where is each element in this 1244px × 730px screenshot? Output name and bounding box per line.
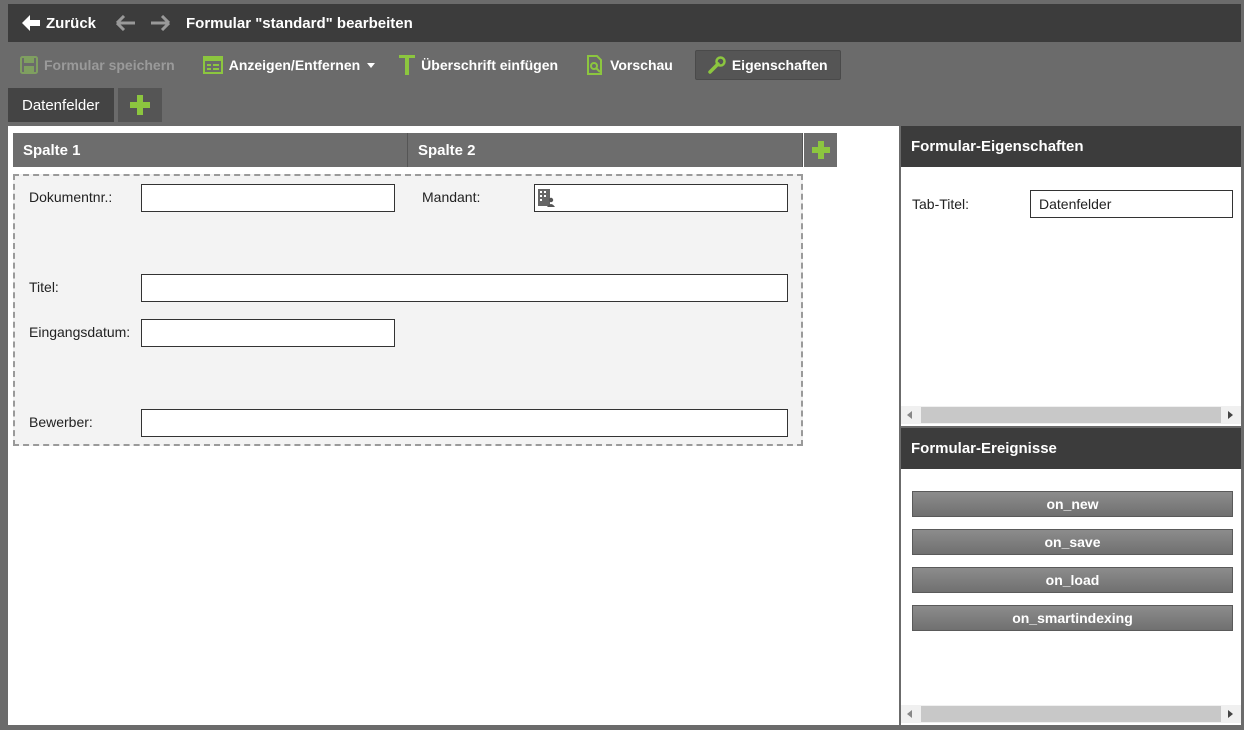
insert-heading-label: Überschrift einfügen [421, 57, 559, 73]
insert-heading-button[interactable]: Überschrift einfügen [387, 50, 570, 80]
on-save-button[interactable]: on_save [912, 529, 1233, 555]
save-form-label: Formular speichern [44, 57, 175, 73]
form-drop-area: Dokumentnr.: Mandant: Titel: Eingangsdat… [13, 174, 803, 446]
plus-icon [129, 95, 150, 115]
scroll-right-icon[interactable] [1228, 710, 1233, 718]
field-label-eingangsdatum: Eingangsdatum: [29, 324, 131, 340]
column-header-label: Spalte 1 [23, 141, 81, 159]
on-new-button[interactable]: on_new [912, 491, 1233, 517]
properties-button[interactable]: Eigenschaften [694, 50, 841, 80]
horizontal-scrollbar[interactable] [901, 705, 1241, 723]
chevron-down-icon [367, 62, 376, 68]
form-properties-panel: Formular-Eigenschaften Tab-Titel: Datenf… [901, 126, 1241, 426]
wrench-icon [708, 56, 726, 74]
column-header-label: Spalte 2 [418, 141, 476, 159]
eingangsdatum-input[interactable] [141, 319, 395, 347]
tab-title-label: Tab-Titel: [912, 196, 970, 212]
toolbar: Formular speichern Anzeigen/Entfernen Üb… [8, 44, 1241, 86]
text-t-icon [399, 55, 416, 75]
scrollbar-thumb[interactable] [921, 706, 1221, 722]
field-label-dokumentnr: Dokumentnr.: [29, 189, 113, 205]
add-tab-button[interactable] [117, 88, 162, 122]
show-hide-button[interactable]: Anzeigen/Entfernen [191, 50, 387, 80]
tab-title-input[interactable]: Datenfelder [1030, 190, 1233, 218]
properties-label: Eigenschaften [731, 57, 828, 73]
show-hide-label: Anzeigen/Entfernen [228, 57, 361, 73]
arrow-left-icon [22, 15, 40, 31]
titel-input[interactable] [141, 274, 788, 302]
tab-bar: Datenfelder [8, 88, 166, 122]
back-label: Zurück [46, 14, 97, 32]
tab-datenfelder[interactable]: Datenfelder [8, 88, 114, 122]
page-title: Formular "standard" bearbeiten [186, 14, 413, 32]
panel-title: Formular-Ereignisse [901, 428, 1241, 469]
arrow-left-icon [116, 15, 136, 31]
horizontal-scrollbar[interactable] [901, 406, 1241, 424]
on-smartindexing-button[interactable]: on_smartindexing [912, 605, 1233, 631]
scrollbar-thumb[interactable] [921, 407, 1221, 423]
preview-label: Vorschau [610, 57, 673, 73]
scroll-right-icon[interactable] [1228, 411, 1233, 419]
panel-title: Formular-Eigenschaften [901, 126, 1241, 167]
building-users-icon [538, 189, 555, 207]
add-column-button[interactable] [804, 133, 837, 167]
form-events-panel: Formular-Ereignisse on_new on_save on_lo… [901, 428, 1241, 725]
top-bar: Zurück Formular "standard" bearbeiten [8, 4, 1241, 42]
bewerber-input[interactable] [141, 409, 788, 437]
column-header-2[interactable]: Spalte 2 [408, 133, 803, 167]
mandant-input[interactable] [534, 184, 788, 212]
document-search-icon [587, 55, 603, 75]
scroll-left-icon[interactable] [907, 710, 912, 718]
field-label-mandant: Mandant: [422, 189, 481, 205]
back-button[interactable]: Zurück [22, 15, 96, 32]
form-editor: Spalte 1 Spalte 2 Dokumentnr.: Mandant: … [8, 126, 899, 725]
nav-back-button[interactable] [116, 15, 136, 31]
plus-icon [811, 141, 830, 159]
floppy-icon [20, 56, 38, 74]
column-header-1[interactable]: Spalte 1 [13, 133, 408, 167]
field-label-bewerber: Bewerber: [29, 414, 93, 430]
nav-forward-button[interactable] [150, 15, 171, 31]
form-list-icon [202, 56, 223, 74]
save-form-button[interactable]: Formular speichern [8, 50, 187, 80]
dokumentnr-input[interactable] [141, 184, 395, 212]
scroll-left-icon[interactable] [907, 411, 912, 419]
arrow-right-icon [151, 15, 171, 31]
preview-button[interactable]: Vorschau [574, 50, 685, 80]
on-load-button[interactable]: on_load [912, 567, 1233, 593]
tab-label: Datenfelder [22, 96, 100, 114]
field-label-titel: Titel: [29, 279, 59, 295]
